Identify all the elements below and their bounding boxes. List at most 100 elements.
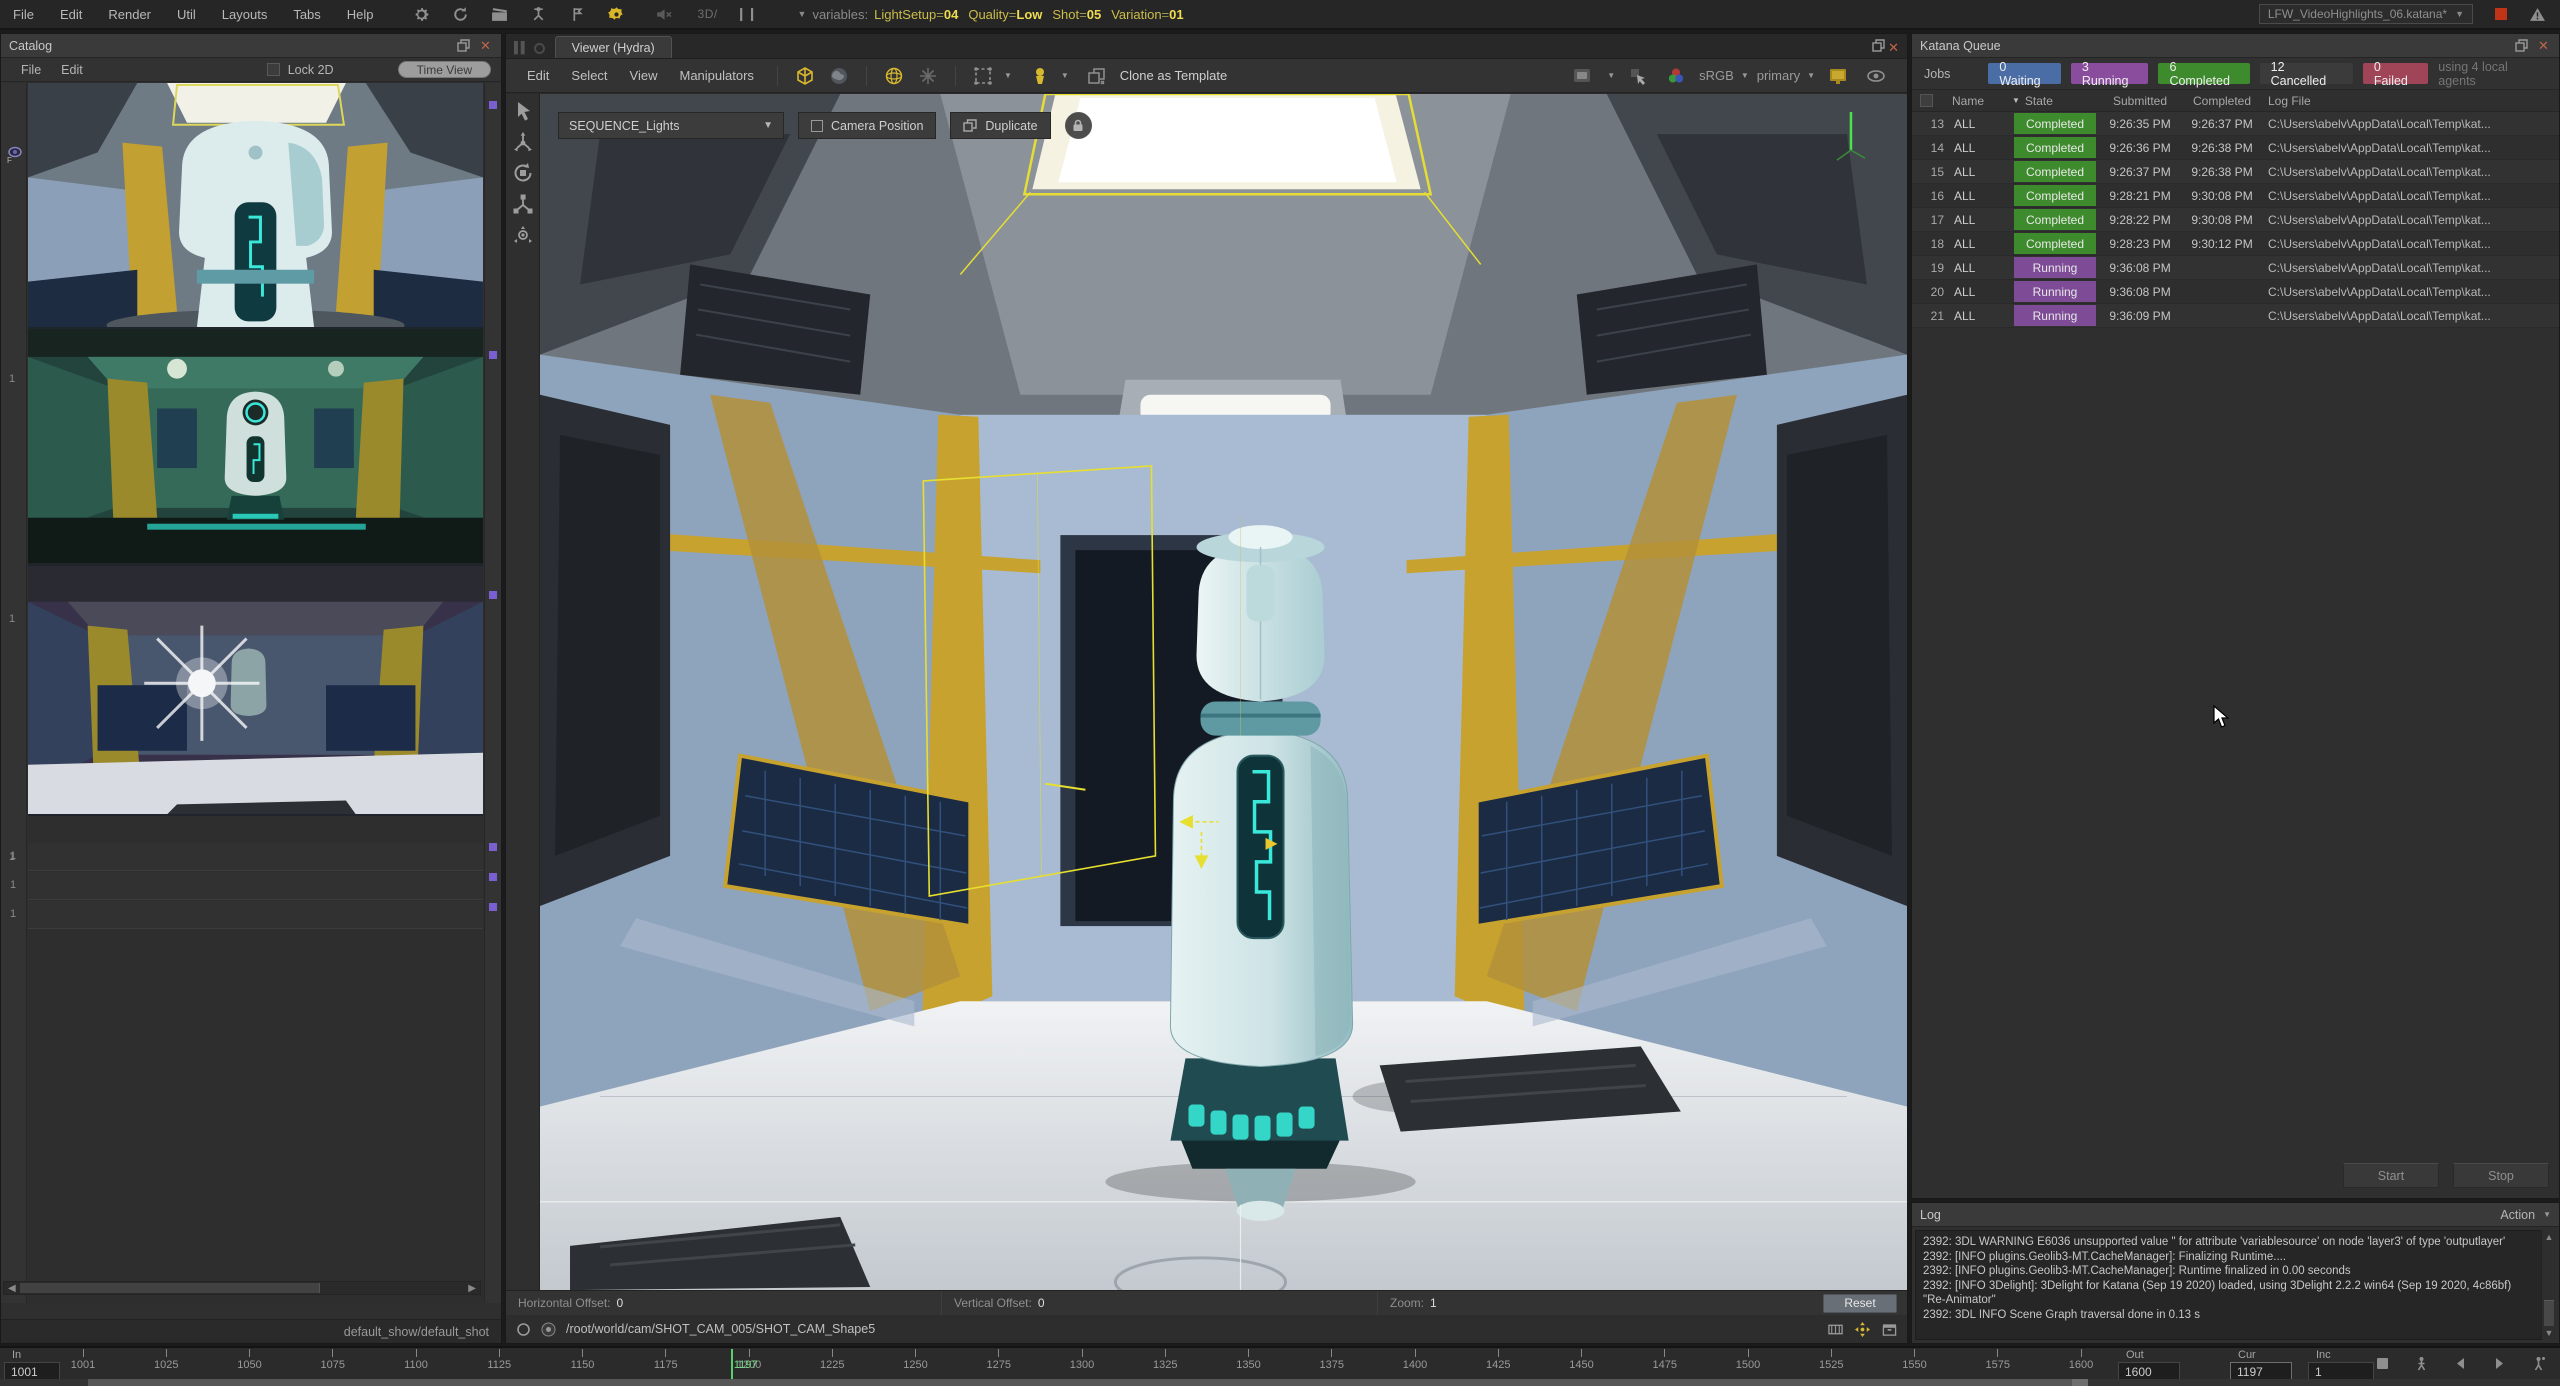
select-tool-icon[interactable] bbox=[512, 100, 534, 122]
start-button[interactable]: Start bbox=[2343, 1163, 2439, 1188]
queue-row[interactable]: 16 ALL Completed 9:28:21 PM 9:30:08 PM C… bbox=[1912, 184, 2559, 208]
render-stop-icon[interactable] bbox=[2495, 8, 2507, 20]
catalog-thumbnail-3[interactable] bbox=[28, 566, 483, 816]
menu-item[interactable]: File bbox=[11, 63, 51, 77]
archive-box-icon[interactable] bbox=[1882, 1322, 1897, 1337]
lookthrough-box-icon[interactable] bbox=[795, 66, 815, 86]
warning-triangle-icon[interactable] bbox=[2529, 6, 2546, 23]
chevron-down-icon[interactable]: ▼ bbox=[1004, 71, 1012, 80]
tab-viewer-hydra[interactable]: Viewer (Hydra) bbox=[555, 36, 672, 58]
catalog-item-badge[interactable] bbox=[489, 873, 497, 881]
marquee-select-icon[interactable] bbox=[973, 66, 993, 86]
menubar-menu-item[interactable]: File bbox=[0, 7, 47, 22]
create-light-icon[interactable] bbox=[1030, 66, 1050, 86]
overscan-eye-icon[interactable] bbox=[1866, 66, 1886, 86]
settings-gear-icon[interactable] bbox=[413, 6, 430, 23]
queue-row[interactable]: 14 ALL Completed 9:26:36 PM 9:26:38 PM C… bbox=[1912, 136, 2559, 160]
clone-icon[interactable] bbox=[1087, 66, 1107, 86]
camera-position-button[interactable]: Camera Position bbox=[798, 112, 936, 139]
render-cycle-icon[interactable] bbox=[452, 6, 469, 23]
pointer-snap-icon[interactable] bbox=[1628, 66, 1648, 86]
queue-row[interactable]: 17 ALL Completed 9:28:22 PM 9:30:08 PM C… bbox=[1912, 208, 2559, 232]
snap-snowflake-icon[interactable] bbox=[918, 66, 938, 86]
float-panel-icon[interactable] bbox=[457, 39, 470, 52]
pause-icon[interactable]: ❙❙ bbox=[736, 6, 758, 22]
world-globe-icon[interactable] bbox=[829, 66, 849, 86]
clone-as-template-button[interactable]: Clone as Template bbox=[1120, 68, 1227, 83]
reset-button[interactable]: Reset bbox=[1823, 1294, 1897, 1313]
scale-tool-icon[interactable] bbox=[512, 193, 534, 215]
sort-caret-icon[interactable]: ▼ bbox=[2012, 96, 2020, 105]
queue-row[interactable]: 21 ALL Running 9:36:09 PM C:\Users\abelv… bbox=[1912, 304, 2559, 328]
pivot-tool-icon[interactable] bbox=[512, 224, 534, 246]
play-walk-icon[interactable] bbox=[2531, 1356, 2546, 1371]
panel-menu-icon[interactable] bbox=[534, 43, 545, 54]
log-scrollbar[interactable]: ▲ ▼ bbox=[2541, 1230, 2556, 1340]
queue-panel-header[interactable]: Katana Queue ✕ bbox=[1912, 34, 2559, 58]
menubar-menu-item[interactable]: Tabs bbox=[280, 7, 333, 22]
graph-state-variables[interactable]: ▼ variables: LightSetup=04Quality=LowSho… bbox=[798, 7, 1184, 22]
flipbook-icon[interactable] bbox=[2375, 1356, 2390, 1371]
scrollbar-handle[interactable] bbox=[2072, 1379, 2088, 1386]
close-icon[interactable]: ✕ bbox=[2538, 39, 2551, 52]
keyframe-walk-icon[interactable] bbox=[2414, 1356, 2429, 1371]
duplicate-button[interactable]: Duplicate bbox=[950, 112, 1050, 139]
speaker-muted-icon[interactable] bbox=[655, 6, 672, 23]
front-buffer-eye-icon[interactable]: F bbox=[5, 145, 23, 165]
camera-target-icon[interactable] bbox=[541, 1322, 556, 1337]
queue-table-header[interactable]: Name ▼State Submitted Completed Log File bbox=[1912, 90, 2559, 112]
lock-2d-toggle[interactable]: Lock 2D bbox=[267, 63, 334, 77]
color-gamut-icon[interactable] bbox=[1666, 66, 1686, 86]
catalog-item-badge[interactable] bbox=[489, 843, 497, 851]
playhead[interactable]: 1197 bbox=[731, 1349, 733, 1379]
lock-2d-checkbox[interactable] bbox=[267, 63, 280, 76]
vertical-offset-field[interactable]: Vertical Offset: 0 bbox=[942, 1291, 1378, 1315]
rotate-tool-icon[interactable] bbox=[512, 162, 534, 184]
slate-icon[interactable] bbox=[491, 6, 508, 23]
float-panel-icon[interactable] bbox=[2515, 39, 2528, 52]
stop-button[interactable]: Stop bbox=[2453, 1163, 2549, 1188]
catalog-panel-header[interactable]: Catalog ✕ bbox=[1, 34, 501, 58]
zoom-field[interactable]: Zoom: 1 bbox=[1378, 1291, 1813, 1315]
log-output[interactable]: 2392: 3DL WARNING E6036 unsupported valu… bbox=[1915, 1230, 2556, 1340]
translate-tool-icon[interactable] bbox=[512, 131, 534, 153]
catalog-empty-slot[interactable]: 1 bbox=[28, 872, 483, 900]
colorspace-dropdown[interactable]: sRGB▼ bbox=[1699, 68, 1749, 83]
horizontal-offset-field[interactable]: Horizontal Offset: 0 bbox=[506, 1291, 942, 1315]
panel-grip-icon[interactable]: ▌▌ bbox=[514, 42, 528, 54]
select-all-checkbox[interactable] bbox=[1920, 94, 1933, 107]
close-icon[interactable]: ✕ bbox=[480, 39, 493, 52]
chevron-down-icon[interactable]: ▼ bbox=[1061, 71, 1069, 80]
menu-item[interactable]: View bbox=[619, 68, 669, 83]
catalog-empty-slot[interactable]: 1 bbox=[28, 901, 483, 929]
step-forward-icon[interactable] bbox=[2492, 1356, 2507, 1371]
chevron-down-icon[interactable]: ▼ bbox=[1607, 71, 1615, 80]
menubar-menu-item[interactable]: Render bbox=[95, 7, 164, 22]
radio-circle-icon[interactable] bbox=[516, 1322, 531, 1337]
filmstrip-icon[interactable] bbox=[1828, 1322, 1843, 1337]
sequence-lights-dropdown[interactable]: SEQUENCE_Lights▼ bbox=[558, 112, 784, 139]
pan-arrows-icon[interactable] bbox=[1855, 1322, 1870, 1337]
menubar-menu-item[interactable]: Layouts bbox=[209, 7, 281, 22]
float-panel-icon[interactable] bbox=[1872, 39, 1885, 52]
mode-3d-label[interactable]: 3D/ bbox=[698, 7, 718, 21]
queue-row[interactable]: 20 ALL Running 9:36:08 PM C:\Users\abelv… bbox=[1912, 280, 2559, 304]
queue-row[interactable]: 19 ALL Running 9:36:08 PM C:\Users\abelv… bbox=[1912, 256, 2559, 280]
scroll-left-icon[interactable]: ◀ bbox=[8, 1282, 16, 1295]
viewport-render[interactable] bbox=[540, 94, 1907, 1290]
log-action-dropdown[interactable]: Action▼ bbox=[2500, 1208, 2551, 1222]
menu-item[interactable]: Edit bbox=[516, 68, 560, 83]
lock-button[interactable] bbox=[1065, 112, 1092, 139]
scroll-up-icon[interactable]: ▲ bbox=[2542, 1232, 2556, 1242]
menubar-menu-item[interactable]: Help bbox=[334, 7, 387, 22]
display-mode-icon[interactable] bbox=[1572, 66, 1592, 86]
wire-sphere-icon[interactable] bbox=[884, 66, 904, 86]
scrollbar-thumb[interactable] bbox=[88, 1379, 2088, 1386]
menu-item[interactable]: Edit bbox=[51, 63, 93, 77]
camera-path[interactable]: /root/world/cam/SHOT_CAM_005/SHOT_CAM_Sh… bbox=[566, 1322, 875, 1336]
viewport[interactable]: SEQUENCE_Lights▼ Camera Position Duplica… bbox=[540, 94, 1907, 1290]
catalog-thumbnail-2[interactable] bbox=[28, 329, 483, 565]
node-branch-icon[interactable] bbox=[530, 6, 547, 23]
channel-dropdown[interactable]: primary▼ bbox=[1757, 68, 1815, 83]
flag-icon[interactable] bbox=[569, 6, 586, 23]
